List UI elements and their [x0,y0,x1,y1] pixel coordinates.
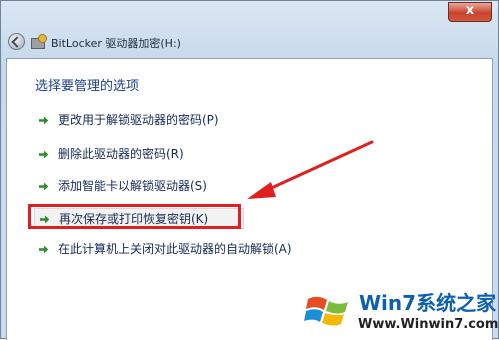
watermark-brand: Win7系统之家 [359,291,497,315]
watermark-url: Www.Winwin7.com [358,317,499,332]
windows-logo-icon [304,296,348,326]
watermark: Win7系统之家 Www.Winwin7.com [304,283,499,340]
bitlocker-window: BitLocker 驱动器加密(H:) 选择要管理的选项 更改用于解锁驱动器的密… [0,0,499,340]
